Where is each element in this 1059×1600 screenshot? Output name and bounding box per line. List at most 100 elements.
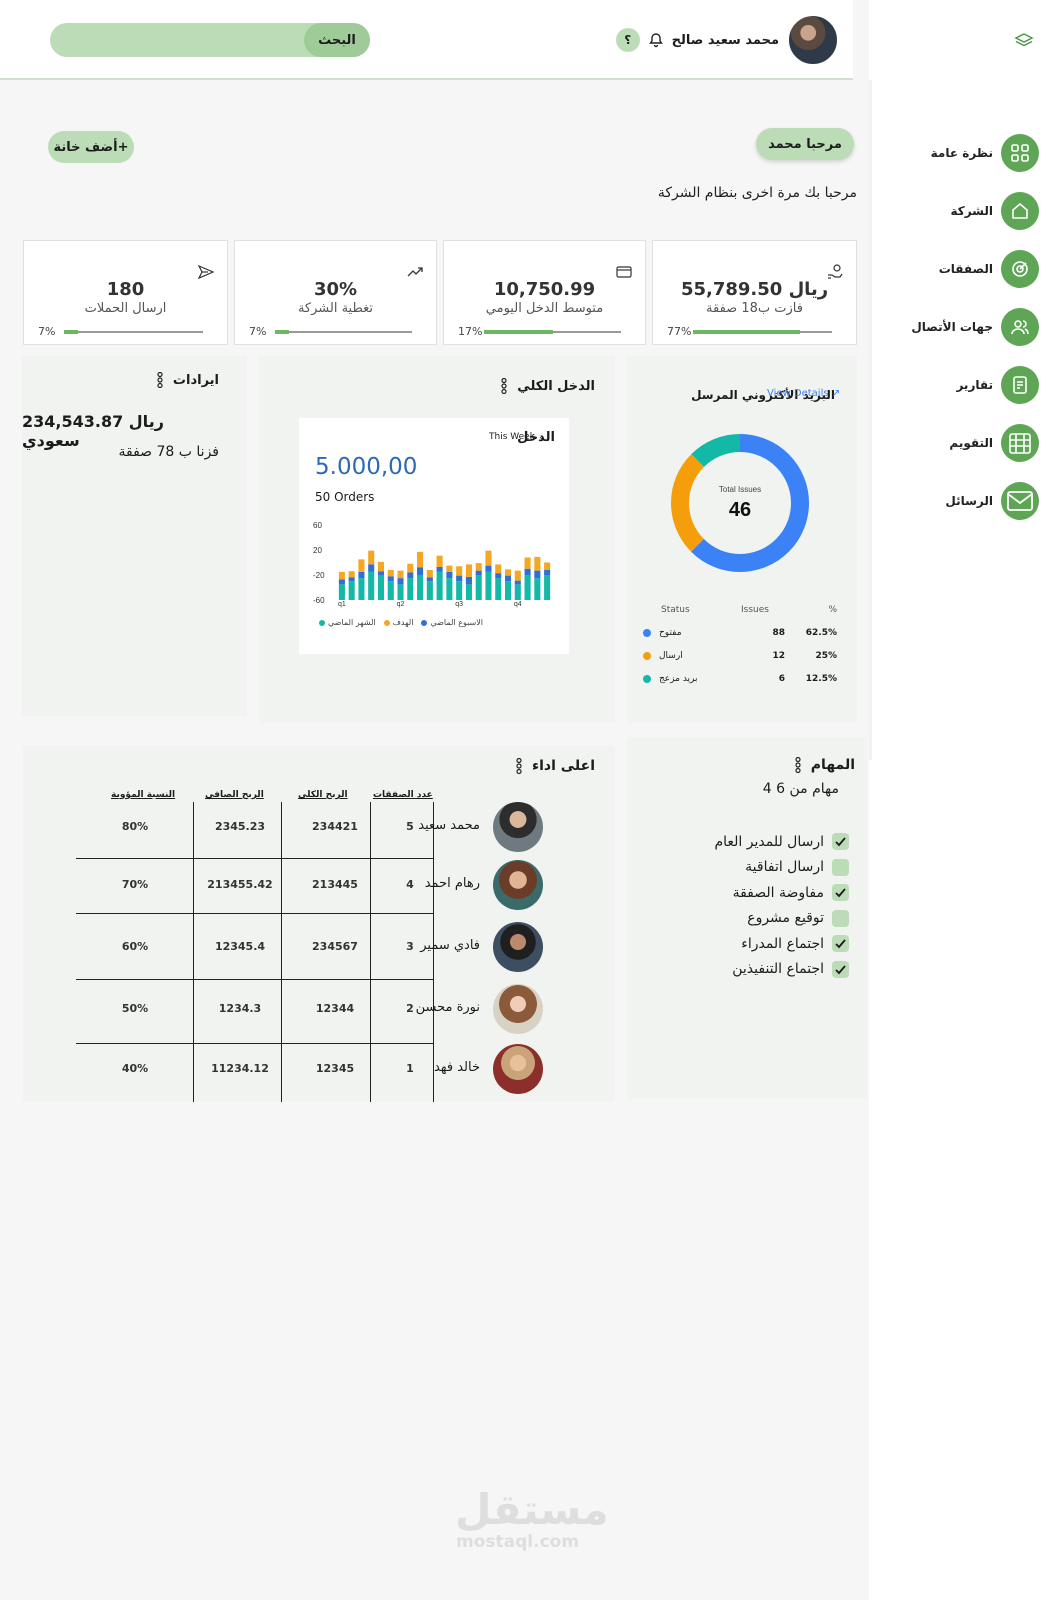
stat-card-campaigns[interactable]: 180 ارسال الحملات 7% [23, 240, 228, 345]
task-item[interactable]: مفاوضة الصفقة [714, 880, 849, 906]
chart-bar [514, 570, 521, 581]
task-checkbox[interactable] [832, 909, 849, 927]
progress-fill [484, 330, 553, 334]
income-header: الدخل الكلي [501, 378, 595, 394]
avatar[interactable] [787, 14, 839, 66]
chart-bar [436, 571, 443, 600]
stat-card-coverage[interactable]: 30% تغطية الشركة 7% [234, 240, 437, 345]
sidebar: نظرة عامة الشركة الصفقات جهات الأتصال تق… [869, 0, 1059, 1600]
status-label: مفتوح [659, 627, 682, 638]
search-input[interactable]: البحث [50, 23, 370, 57]
help-button[interactable]: ؟ [615, 28, 640, 52]
sidebar-item-messages[interactable]: الرسائل [869, 472, 1039, 530]
chart-bar [417, 567, 424, 575]
pct-cell: 70% [121, 878, 149, 891]
chart-bar [368, 571, 375, 600]
performer-avatar [493, 860, 543, 910]
performers-title: اعلى اداء [531, 758, 595, 774]
chart-bar [446, 571, 453, 579]
task-item[interactable]: اجتماع التنفيذين [714, 957, 849, 983]
income-panel: الدخل الكلي الدخل This Week ⌄ 5.000,00 5… [259, 356, 615, 723]
performer-name: فادي سمير [420, 938, 480, 953]
task-label: ارسال للمدير العام [714, 833, 824, 850]
gross-cell: 213445 [312, 878, 358, 891]
task-item[interactable]: ارسال اتفاقية [714, 855, 849, 881]
task-checkbox[interactable] [832, 858, 849, 876]
watermark-url: mostaql.com [456, 1532, 580, 1552]
donut-total: 46 [729, 499, 751, 521]
chart-bar [475, 563, 482, 571]
donut-center-label: Total Issues [719, 485, 761, 494]
chart-legend: الاسبوع الماضي الهدف الشهر الماضي [319, 618, 483, 627]
external-link-icon: ↗ [831, 388, 841, 399]
task-checkbox[interactable] [832, 960, 849, 978]
deals-header: عدد الصفقات [373, 790, 433, 800]
sidebar-item-overview[interactable]: نظرة عامة [869, 124, 1039, 182]
welcome-button[interactable]: مرحبا محمد [756, 128, 854, 160]
sidebar-item-contacts[interactable]: جهات الأتصال [869, 298, 1039, 356]
chart-bar [348, 577, 355, 582]
progress-track [275, 330, 412, 334]
kebab-icon[interactable] [157, 372, 163, 388]
sidebar-item-company[interactable]: الشركة [869, 182, 1039, 240]
view-details-link[interactable]: View Details ↗ [767, 388, 840, 399]
issues-header: Issues [741, 604, 769, 615]
legend-label: الاسبوع الماضي [430, 618, 484, 627]
task-checkbox[interactable] [832, 884, 849, 902]
add-widget-button[interactable]: أضف خانة+ [48, 131, 134, 163]
chart-bar [504, 575, 512, 582]
task-item[interactable]: توقيع مشروع [714, 906, 849, 932]
stat-percent: 17% [458, 325, 483, 338]
issues-pct: 25% [815, 650, 837, 661]
performer-row[interactable]: رهام احمد 4 213445 213455.42 70% [75, 858, 575, 916]
income-amount: 5.000,00 [315, 454, 418, 480]
deals-cell: 1 [406, 1062, 414, 1075]
task-label: مفاوضة الصفقة [732, 884, 824, 901]
sidebar-item-reports[interactable]: تقارير [869, 356, 1039, 414]
status-cell: مفتوح [643, 628, 713, 638]
user-name[interactable]: محمد سعيد صالح [672, 33, 779, 48]
chart-bar [417, 575, 424, 600]
kebab-icon[interactable] [501, 378, 507, 394]
revenue-deals: فزنا ب 78 صفقة [118, 444, 219, 460]
performer-row[interactable]: نورة محسن 2 12344 1234.3 50% [75, 982, 575, 1040]
bell-icon[interactable] [648, 32, 664, 48]
period-select[interactable]: This Week ⌄ [489, 432, 545, 442]
gross-cell: 234421 [312, 820, 358, 833]
sidebar-item-deals[interactable]: الصفقات [869, 240, 1039, 298]
stat-value: 180 [106, 279, 145, 300]
tasks-title: المهام [810, 757, 855, 773]
stat-card-deals[interactable]: 55,789.50 ريال فازت ب18 صفقة 77% [652, 240, 857, 345]
performer-row[interactable]: فادي سمير 3 234567 12345.4 60% [75, 920, 575, 978]
issues-donut-chart: Total Issues 46 [671, 434, 809, 572]
tasks-count: 4 مهام من 6 [762, 781, 839, 797]
stat-card-income[interactable]: 10,750.99 متوسط الدخل اليومي 17% [443, 240, 646, 345]
sidebar-item-label: التقويم [949, 436, 993, 450]
status-cell: بريد مزعج [643, 674, 713, 684]
chart-bar [456, 566, 463, 576]
chart-bar [387, 576, 394, 582]
task-checkbox[interactable] [832, 833, 849, 851]
performer-name: خالد فهد [434, 1060, 480, 1075]
performer-row[interactable]: خالد فهد 1 12345 11234.12 40% [75, 1042, 575, 1100]
task-label: توقيع مشروع [747, 910, 824, 927]
stat-percent: 7% [38, 325, 56, 338]
kebab-icon[interactable] [516, 758, 522, 774]
kebab-icon[interactable] [795, 757, 801, 773]
performer-row[interactable]: محمد سعيد 5 234421 2345.23 80% [75, 800, 575, 858]
search-button[interactable]: البحث [304, 23, 370, 57]
layers-icon[interactable] [1013, 29, 1035, 51]
sidebar-item-label: نظرة عامة [930, 146, 993, 160]
target-icon [1001, 250, 1039, 288]
task-item[interactable]: ارسال للمدير العام [714, 829, 849, 855]
pct-cell: 50% [121, 1002, 149, 1015]
gross-cell: 12344 [315, 1002, 355, 1015]
task-item[interactable]: اجتماع المدراء [714, 931, 849, 957]
chart-bar [544, 575, 551, 600]
task-checkbox[interactable] [832, 935, 849, 953]
issues-table-header: Status Issues % [643, 598, 837, 621]
chart-bar [407, 578, 414, 600]
y-tick-label: -20 [313, 571, 325, 580]
sidebar-item-calendar[interactable]: التقويم [869, 414, 1039, 472]
deals-cell: 5 [406, 820, 414, 833]
